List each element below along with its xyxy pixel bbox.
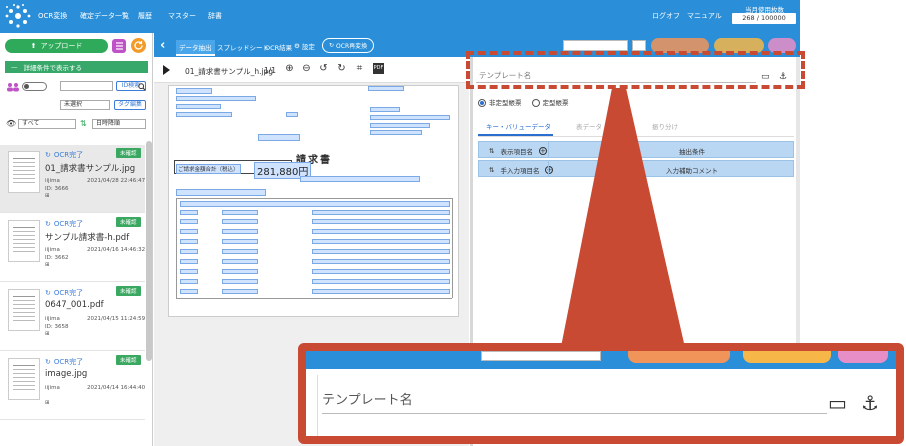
zoom-template-name-input: テンプレート名 (322, 388, 827, 414)
zoom-orange-button (628, 351, 730, 363)
zoom-anchor-icon: ⚓ (861, 391, 879, 415)
zoom-template-select (481, 351, 601, 361)
zoom-callout: テンプレート名 ▭ ⚓ (306, 351, 896, 436)
zoom-pink-button (838, 351, 888, 363)
zoom-yellow-button (743, 351, 831, 363)
zoom-template-placeholder: テンプレート名 (322, 393, 413, 408)
zoom-window-icon: ▭ (828, 391, 847, 415)
zoom-divider (306, 375, 318, 436)
